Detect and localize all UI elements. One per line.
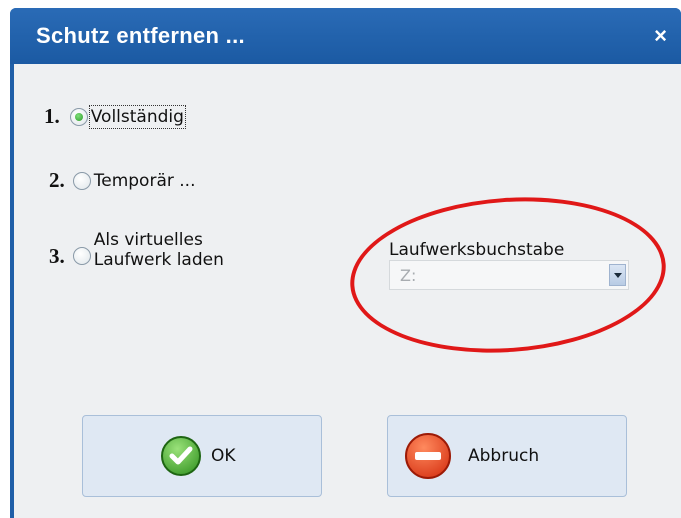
highlight-ellipse xyxy=(345,187,671,363)
radio-full[interactable] xyxy=(69,107,88,126)
stop-icon xyxy=(405,433,451,479)
option-1-number: 1. xyxy=(44,104,60,128)
option-3-label-line2: Laufwerk laden xyxy=(93,250,224,270)
option-3-number: 3. xyxy=(49,243,65,268)
option-2-label[interactable]: Temporär ... xyxy=(94,171,196,191)
option-2-number: 2. xyxy=(49,168,65,192)
cancel-button[interactable]: Abbruch xyxy=(387,415,627,497)
radio-virtual-drive[interactable] xyxy=(72,247,91,265)
cancel-button-label: Abbruch xyxy=(468,446,540,466)
option-3-label-line1: Als virtuelles xyxy=(93,230,203,250)
option-full[interactable]: 1. Vollständig xyxy=(44,104,186,129)
ok-button[interactable]: OK xyxy=(82,415,322,497)
window-title: Schutz entfernen ... xyxy=(36,23,245,48)
option-3-label[interactable]: Als virtuelles Laufwerk laden xyxy=(94,230,224,270)
option-virtual-drive[interactable]: 3. Als virtuelles Laufwerk laden xyxy=(49,230,224,276)
option-temporary[interactable]: 2. Temporär ... xyxy=(49,168,195,193)
check-circle-icon xyxy=(161,436,201,476)
close-button[interactable]: × xyxy=(654,23,667,49)
dialog-body: 1. Vollständig 2. Temporär ... 3. Als vi… xyxy=(14,64,681,518)
title-bar: Schutz entfernen ... × xyxy=(10,8,681,64)
option-1-label[interactable]: Vollständig xyxy=(88,104,186,129)
radio-temporary[interactable] xyxy=(72,171,91,190)
ok-button-label: OK xyxy=(211,446,236,466)
dialog-window: Schutz entfernen ... × 1. Vollständig 2.… xyxy=(10,8,681,518)
